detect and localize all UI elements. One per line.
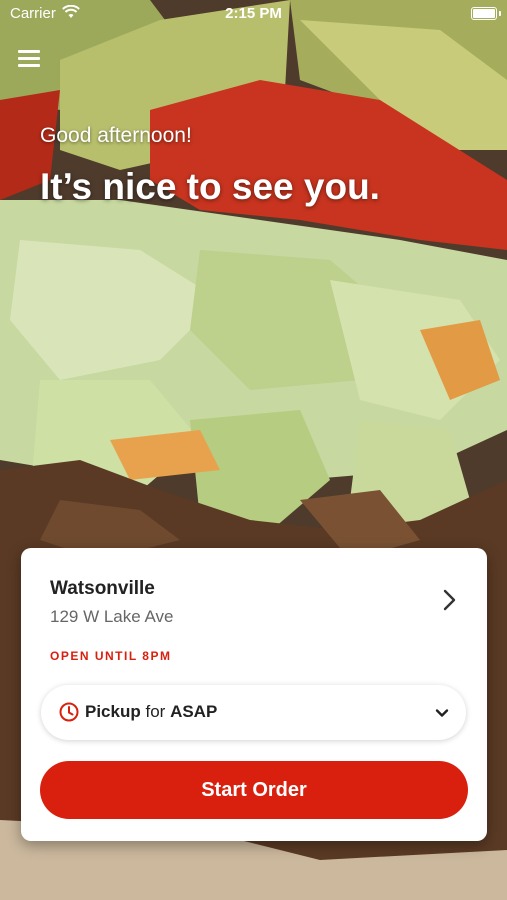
battery-icon bbox=[471, 7, 497, 20]
start-order-button[interactable]: Start Order bbox=[40, 761, 468, 819]
hero-headline: It’s nice to see you. bbox=[40, 166, 380, 207]
hamburger-menu-icon[interactable] bbox=[18, 48, 42, 68]
location-name: Watsonville bbox=[50, 578, 155, 599]
location-address: 129 W Lake Ave bbox=[50, 607, 174, 626]
status-time: 2:15 PM bbox=[225, 5, 282, 22]
chevron-down-icon bbox=[434, 705, 450, 721]
order-time-value: ASAP bbox=[170, 702, 218, 721]
open-status-label: OPEN UNTIL 8PM bbox=[50, 649, 172, 663]
location-card: Watsonville 129 W Lake Ave OPEN UNTIL 8P… bbox=[21, 548, 487, 841]
status-bar: Carrier 2:15 PM bbox=[0, 0, 507, 28]
order-mode-selector[interactable]: Pickup for ASAP bbox=[41, 685, 466, 740]
order-mode-value: Pickup bbox=[85, 702, 141, 721]
order-mode-text: Pickup for ASAP bbox=[85, 702, 217, 722]
clock-icon bbox=[59, 702, 79, 722]
greeting-text: Good afternoon! bbox=[40, 124, 192, 147]
battery-tip-icon bbox=[499, 11, 501, 16]
chevron-right-icon[interactable] bbox=[437, 588, 461, 612]
order-mode-connector: for bbox=[145, 702, 166, 721]
